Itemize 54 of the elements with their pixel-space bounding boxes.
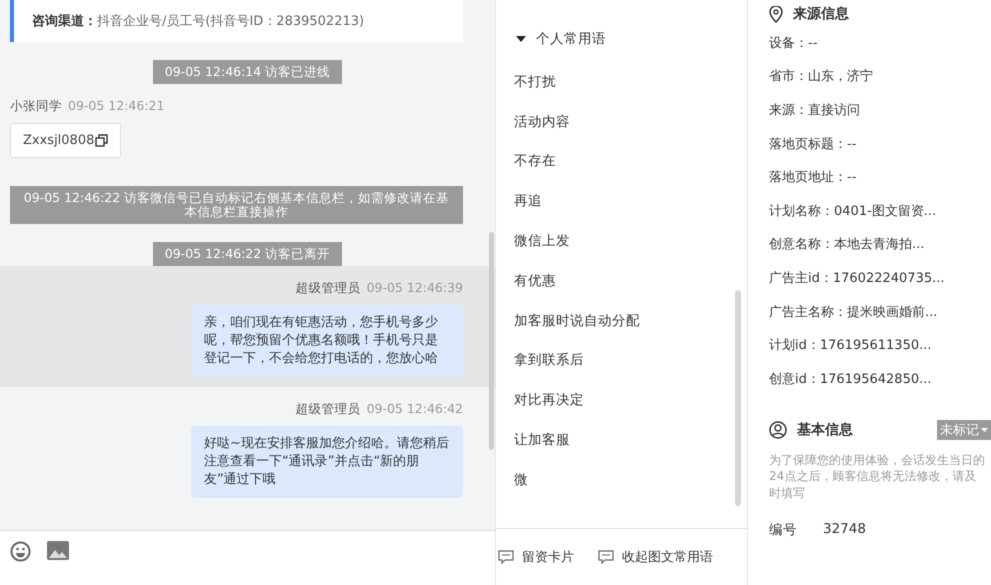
phrase-item[interactable]: 活动内容 xyxy=(514,102,747,142)
info-field: 省市：山东，济宁 xyxy=(769,60,991,94)
message-chip: Zxxsjl0808 xyxy=(10,123,122,158)
user-icon xyxy=(769,420,787,439)
channel-info: 咨询渠道：抖音企业号/员工号(抖音号ID：2839502213) xyxy=(10,0,463,42)
section-title: 来源信息 xyxy=(793,5,849,23)
emoji-icon[interactable] xyxy=(10,541,31,562)
phrase-item[interactable]: 微信上发 xyxy=(514,221,747,261)
info-field: 来源：直接访问 xyxy=(769,93,991,127)
field-value: 32748 xyxy=(823,521,866,540)
message-time: 09-05 12:46:21 xyxy=(68,98,164,115)
info-field: 落地页地址：-- xyxy=(769,160,991,194)
phrase-item[interactable]: 不打扰 xyxy=(514,62,747,102)
phrase-item[interactable]: 微 xyxy=(514,460,747,500)
notice-text: 为了保障您的使用体验，会话发生当日的24点之后，顾客信息将无法修改，请及时填写 xyxy=(769,452,986,502)
section-title: 基本信息 xyxy=(797,420,853,439)
phrase-footer-button[interactable]: 收起图文常用语 xyxy=(598,548,713,566)
scrollbar[interactable] xyxy=(735,290,741,506)
phrase-group-toggle[interactable]: 个人常用语 xyxy=(516,30,747,48)
info-field: 广告主名称：提米映画婚前... xyxy=(769,294,991,328)
phrase-item[interactable]: 对比再决定 xyxy=(514,380,747,420)
message-time: 09-05 12:46:42 xyxy=(366,401,463,418)
location-pin-icon xyxy=(769,6,783,22)
chat-bubble-icon xyxy=(498,550,514,564)
sender-name: 小张同学 xyxy=(10,98,62,115)
message-bubble: 亲，咱们现在有钜惠活动，您手机号多少呢，帮您预留个优惠名额哦！手机号只是登记一下，不会给您打电话的，您放心哈 xyxy=(191,305,463,377)
info-field: 计划id：176195611350... xyxy=(769,328,991,362)
sender-name: 超级管理员 xyxy=(296,280,361,297)
info-field: 广告主id：176022240735... xyxy=(769,261,991,295)
sender-name: 超级管理员 xyxy=(296,401,361,418)
caret-icon xyxy=(516,36,526,42)
info-field: 计划名称：0401-图文留资... xyxy=(769,194,991,228)
system-notice: 09-05 12:46:14 访客已进线 xyxy=(152,60,342,84)
phrase-item[interactable]: 不存在 xyxy=(514,142,747,182)
info-field: 落地页标题：-- xyxy=(769,126,991,160)
message-bubble: 好哒~现在安排客服加您介绍哈。请您稍后注意查看一下“通讯录”并点击“新的朋友”通过下哦 xyxy=(191,426,463,498)
phrase-item[interactable]: 拿到联系后 xyxy=(514,340,747,380)
field-label: 编号 xyxy=(769,521,797,540)
system-notice: 09-05 12:46:22 访客已离开 xyxy=(152,242,342,266)
phrase-item[interactable]: 有优惠 xyxy=(514,260,747,301)
info-field: 创意名称：本地去青海拍... xyxy=(769,228,991,262)
system-notice: 09-05 12:46:22 访客微信号已自动标记右侧基本信息栏，如需修改请在基本信息栏直接操作 xyxy=(10,186,463,224)
phrase-item[interactable]: 加客服时说自动分配 xyxy=(514,300,747,341)
phrase-footer-button[interactable]: 留资卡片 xyxy=(498,548,574,566)
caret-icon xyxy=(981,428,988,432)
info-field: 创意id：176195642850... xyxy=(769,362,991,396)
phrase-item[interactable]: 再追 xyxy=(514,181,747,222)
chat-bubble-icon xyxy=(598,550,614,564)
scrollbar[interactable] xyxy=(489,232,494,450)
info-field: 设备：-- xyxy=(769,26,991,60)
message-time: 09-05 12:46:39 xyxy=(366,280,463,297)
copy-icon[interactable] xyxy=(95,134,108,147)
image-icon[interactable] xyxy=(47,541,69,560)
phrase-item[interactable]: 让加客服 xyxy=(514,420,747,460)
